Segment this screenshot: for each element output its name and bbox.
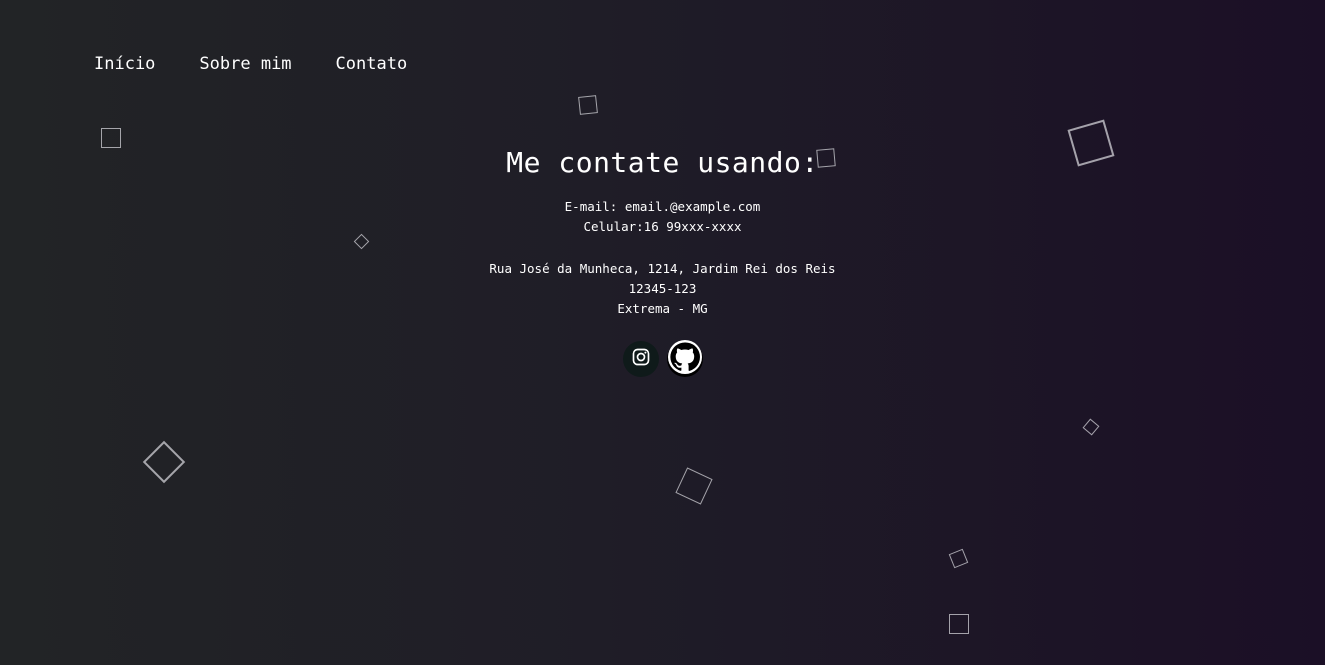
address-zip: 12345-123 [628,281,697,296]
address-street: Rua José da Munheca, 1214, Jardim Rei do… [489,261,836,276]
decorative-square [578,95,598,115]
social-links [0,339,1325,379]
decorative-square [948,548,969,569]
nav-link-contato[interactable]: Contato [336,54,408,74]
nav-link-sobre-mim[interactable]: Sobre mim [199,54,291,74]
decorative-square [675,467,713,505]
top-nav: Início Sobre mim Contato [94,54,407,74]
instagram-link[interactable] [622,341,659,377]
decorative-square [949,614,969,634]
github-icon [667,339,703,379]
instagram-icon [631,347,651,371]
github-link[interactable] [666,339,703,379]
phone-text: Celular:16 99xxx-xxxx [583,219,742,234]
contact-info: E-mail: email.@example.com Celular:16 99… [0,197,1325,319]
email-text: E-mail: email.@example.com [564,199,761,214]
nav-link-inicio[interactable]: Início [94,54,155,74]
decorative-square [142,440,186,484]
contact-section: Me contate usando: E-mail: email.@exampl… [0,146,1325,377]
page-title: Me contate usando: [506,146,819,179]
decorative-square [101,128,121,148]
address-city: Extrema - MG [617,301,708,316]
decorative-square [1082,418,1100,436]
